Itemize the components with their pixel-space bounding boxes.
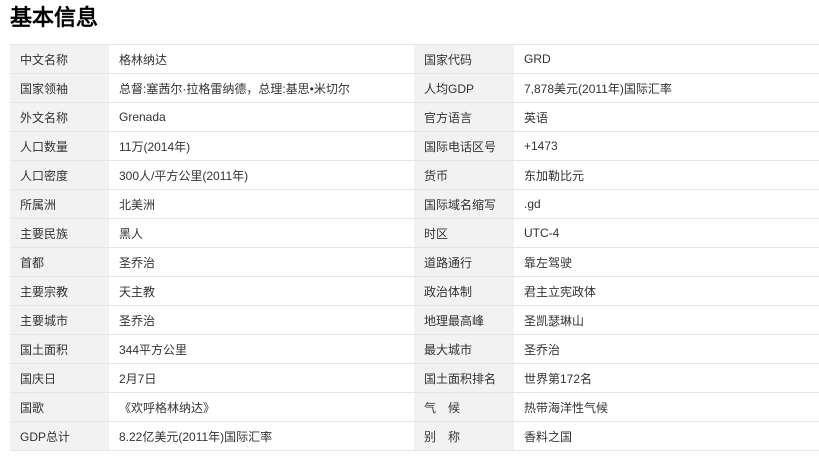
info-value-cell: 《欢呼格林纳达》 — [109, 392, 414, 422]
info-label-cell: 人均GDP — [414, 73, 514, 103]
info-value-cell: UTC-4 — [514, 218, 819, 248]
info-value-cell: 7,878美元(2011年)国际汇率 — [514, 73, 819, 103]
info-value-cell: 圣乔治 — [109, 247, 414, 277]
table-row: 主要民族 黑人 时区 UTC-4 — [10, 218, 819, 248]
info-label-cell: 别 称 — [414, 421, 514, 451]
info-label-cell: 国土面积排名 — [414, 363, 514, 393]
info-label-cell: 最大城市 — [414, 334, 514, 364]
info-value-cell: 英语 — [514, 102, 819, 132]
info-value-cell: 圣乔治 — [514, 334, 819, 364]
basic-info-table: 中文名称 格林纳达 国家代码 GRD 国家领袖 总督:塞茜尔·拉格雷纳德，总理:基思•米切… — [10, 44, 819, 451]
table-row: 国庆日 2月7日 国土面积排名 世界第172名 — [10, 363, 819, 393]
info-label-cell: 时区 — [414, 218, 514, 248]
info-label-cell: 国家代码 — [414, 44, 514, 74]
table-row: 国家领袖 总督:塞茜尔·拉格雷纳德，总理:基思•米切尔 人均GDP 7,878美元(2… — [10, 73, 819, 103]
info-value-cell: 天主教 — [109, 276, 414, 306]
info-label-cell: 主要城市 — [10, 305, 109, 335]
table-row: 外文名称 Grenada 官方语言 英语 — [10, 102, 819, 132]
basic-info-table-body: 中文名称 格林纳达 国家代码 GRD 国家领袖 总督:塞茜尔·拉格雷纳德，总理:基思•米切… — [10, 44, 819, 451]
info-value-cell: 300人/平方公里(2011年) — [109, 160, 414, 190]
info-value-cell: 格林纳达 — [109, 44, 414, 74]
info-value-cell: .gd — [514, 189, 819, 219]
table-row: GDP总计 8.22亿美元(2011年)国际汇率别 称香料之国 — [10, 421, 819, 451]
info-label-cell: 首都 — [10, 247, 109, 277]
info-value-cell: 热带海洋性气候 — [514, 392, 819, 422]
info-label-cell: 国歌 — [10, 392, 109, 422]
table-row: 主要宗教 天主教 政治体制 君主立宪政体 — [10, 276, 819, 306]
info-label-cell: 主要宗教 — [10, 276, 109, 306]
info-label-cell: 国际域名缩写 — [414, 189, 514, 219]
info-value-cell: 2月7日 — [109, 363, 414, 393]
table-row: 国歌 《欢呼格林纳达》气 候热带海洋性气候 — [10, 392, 819, 422]
info-value-cell: 君主立宪政体 — [514, 276, 819, 306]
info-value-cell: 总督:塞茜尔·拉格雷纳德，总理:基思•米切尔 — [109, 73, 414, 103]
info-value-cell: 圣乔治 — [109, 305, 414, 335]
table-row: 主要城市 圣乔治 地理最高峰 圣凯瑟琳山 — [10, 305, 819, 335]
info-label-cell: 所属洲 — [10, 189, 109, 219]
info-value-cell: 东加勒比元 — [514, 160, 819, 190]
info-label-cell: GDP总计 — [10, 421, 109, 451]
info-label-cell: 国庆日 — [10, 363, 109, 393]
info-label-cell: 外文名称 — [10, 102, 109, 132]
table-row: 人口数量 11万(2014年) 国际电话区号 +1473 — [10, 131, 819, 161]
info-value-cell: GRD — [514, 44, 819, 74]
info-value-cell: 靠左驾驶 — [514, 247, 819, 277]
info-label-cell: 国际电话区号 — [414, 131, 514, 161]
info-label-cell: 货币 — [414, 160, 514, 190]
info-value-cell: 黑人 — [109, 218, 414, 248]
info-label-cell: 气 候 — [414, 392, 514, 422]
table-row: 人口密度 300人/平方公里(2011年) 货币 东加勒比元 — [10, 160, 819, 190]
table-row: 中文名称 格林纳达 国家代码 GRD — [10, 44, 819, 74]
table-row: 所属洲 北美洲 国际域名缩写 .gd — [10, 189, 819, 219]
info-value-cell: 圣凯瑟琳山 — [514, 305, 819, 335]
info-value-cell: 世界第172名 — [514, 363, 819, 393]
info-label-cell: 国家领袖 — [10, 73, 109, 103]
info-label-cell: 人口密度 — [10, 160, 109, 190]
info-label-cell: 主要民族 — [10, 218, 109, 248]
page-title: 基本信息 — [10, 6, 99, 31]
info-label-cell: 官方语言 — [414, 102, 514, 132]
info-value-cell: 北美洲 — [109, 189, 414, 219]
info-label-cell: 人口数量 — [10, 131, 109, 161]
info-label-cell: 中文名称 — [10, 44, 109, 74]
info-value-cell: +1473 — [514, 131, 819, 161]
info-value-cell: Grenada — [109, 102, 414, 132]
info-value-cell: 香料之国 — [514, 421, 819, 451]
info-value-cell: 8.22亿美元(2011年)国际汇率 — [109, 421, 414, 451]
info-label-cell: 政治体制 — [414, 276, 514, 306]
info-label-cell: 国土面积 — [10, 334, 109, 364]
info-label-cell: 道路通行 — [414, 247, 514, 277]
info-value-cell: 11万(2014年) — [109, 131, 414, 161]
table-row: 首都 圣乔治 道路通行 靠左驾驶 — [10, 247, 819, 277]
table-row: 国土面积 344平方公里 最大城市 圣乔治 — [10, 334, 819, 364]
info-value-cell: 344平方公里 — [109, 334, 414, 364]
info-label-cell: 地理最高峰 — [414, 305, 514, 335]
